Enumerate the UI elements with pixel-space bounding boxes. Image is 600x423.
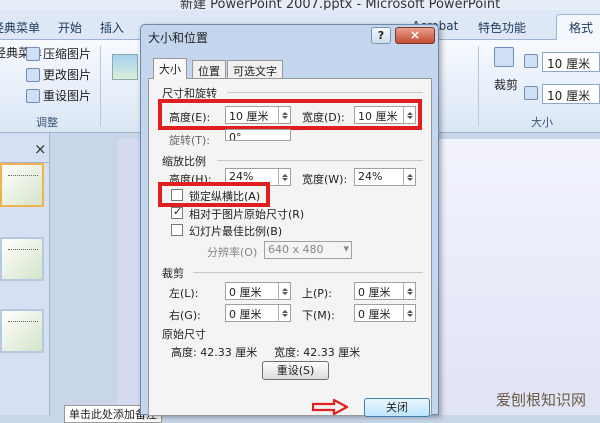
crop-icon[interactable] xyxy=(494,47,514,67)
section-original-size: 原始尺寸 xyxy=(162,328,206,341)
slides-pane: × xyxy=(0,133,50,415)
slide-thumbnail[interactable] xyxy=(0,163,44,207)
group-size: 大小 xyxy=(531,116,553,129)
divider xyxy=(193,272,423,273)
original-height: 高度: 42.33 厘米 xyxy=(171,346,258,359)
ribbon-height-input[interactable]: 10 厘米 xyxy=(542,52,600,72)
help-button[interactable]: ? xyxy=(371,27,391,44)
dialog-title: 大小和位置 xyxy=(148,31,209,45)
tab-insert[interactable]: 插入 xyxy=(100,19,124,36)
resolution-label: 分辨率(O) xyxy=(207,246,258,259)
crop-top-label: 上(P): xyxy=(302,287,332,300)
tab-size[interactable]: 大小 xyxy=(153,58,187,79)
relative-original-checkbox[interactable] xyxy=(171,205,183,219)
red-arrow-icon xyxy=(312,399,348,415)
ribbon-width-input[interactable]: 10 厘米 xyxy=(542,84,600,104)
close-button[interactable]: 关闭 xyxy=(364,398,430,417)
crop-right-label: 右(G): xyxy=(169,309,201,322)
tab-format[interactable]: 格式 xyxy=(556,14,600,42)
slide-thumbnail[interactable] xyxy=(0,309,44,353)
crop-right-input[interactable]: 0 厘米 xyxy=(225,304,291,322)
chevron-down-icon: ▾ xyxy=(343,242,349,255)
compress-picture-button[interactable]: 压缩图片 xyxy=(26,45,91,62)
dialog-body: 尺寸和旋转 高度(E): 10 厘米 宽度(D): 10 厘米 旋转(T): 0… xyxy=(148,78,432,417)
reset-button[interactable]: 重设(S) xyxy=(262,361,329,380)
compress-icon xyxy=(26,46,40,61)
spinner-icon[interactable] xyxy=(403,283,415,299)
divider xyxy=(227,92,423,93)
crop-left-input[interactable]: 0 厘米 xyxy=(225,282,291,300)
original-width: 宽度: 42.33 厘米 xyxy=(274,346,361,359)
crop-left-label: 左(L): xyxy=(169,287,199,300)
spinner-icon[interactable] xyxy=(278,283,290,299)
change-picture-button[interactable]: 更改图片 xyxy=(26,66,91,83)
scale-width-input[interactable]: 24% xyxy=(354,168,416,186)
spinner-icon[interactable] xyxy=(278,169,290,185)
section-crop: 裁剪 xyxy=(162,267,184,280)
slide-thumbnail[interactable] xyxy=(0,237,44,281)
change-picture-icon xyxy=(26,67,40,82)
tab-alt-text[interactable]: 可选文字 xyxy=(227,60,283,78)
tab-position[interactable]: 位置 xyxy=(192,60,226,78)
crop-bottom-label: 下(M): xyxy=(302,309,335,322)
reset-picture-button[interactable]: 重设图片 xyxy=(26,87,91,104)
reset-picture-icon xyxy=(26,88,40,103)
dialog-close-x-button[interactable]: × xyxy=(395,27,435,44)
height-icon xyxy=(524,54,538,68)
picture-style-thumb[interactable] xyxy=(112,54,138,80)
relative-original-label[interactable]: 相对于图片原始尺寸(R) xyxy=(189,206,304,222)
scale-width-label: 宽度(W): xyxy=(302,173,348,186)
watermark: 爱刨根知识网 xyxy=(496,391,587,409)
tab-home[interactable]: 开始 xyxy=(58,19,82,36)
resolution-select[interactable]: 640 x 480 ▾ xyxy=(264,241,352,259)
size-position-dialog: 大小和位置 ? × 大小 位置 可选文字 尺寸和旋转 高度(E): 10 厘米 … xyxy=(140,24,439,417)
spinner-icon[interactable] xyxy=(278,305,290,321)
tab-classic-menu[interactable]: 经典菜单 xyxy=(0,19,40,36)
group-adjust: 调整 xyxy=(36,116,58,129)
highlight-box-size xyxy=(158,99,422,130)
dialog-tabs: 大小 位置 可选文字 xyxy=(149,58,439,79)
width-icon xyxy=(524,86,538,100)
ribbon-separator xyxy=(478,46,479,126)
crop-button[interactable]: 裁剪 xyxy=(494,76,518,93)
section-scale: 缩放比例 xyxy=(162,155,206,168)
spinner-icon[interactable] xyxy=(403,169,415,185)
best-scale-checkbox[interactable] xyxy=(171,224,183,236)
rotation-input[interactable]: 0° xyxy=(225,129,291,141)
ribbon-separator xyxy=(100,46,101,126)
highlight-box-lock xyxy=(158,182,270,207)
window-title: 新建 PowerPoint 2007.pptx - Microsoft Powe… xyxy=(180,0,501,10)
window-titlebar: 新建 PowerPoint 2007.pptx - Microsoft Powe… xyxy=(0,0,600,10)
spinner-icon[interactable] xyxy=(403,305,415,321)
crop-top-input[interactable]: 0 厘米 xyxy=(354,282,416,300)
slides-pane-tabs: × xyxy=(0,140,50,163)
close-icon[interactable]: × xyxy=(34,140,47,158)
divider xyxy=(217,160,423,161)
crop-bottom-input[interactable]: 0 厘米 xyxy=(354,304,416,322)
tab-special[interactable]: 特色功能 xyxy=(478,19,526,36)
rotation-label: 旋转(T): xyxy=(169,134,211,147)
best-scale-label[interactable]: 幻灯片最佳比例(B) xyxy=(189,223,282,239)
